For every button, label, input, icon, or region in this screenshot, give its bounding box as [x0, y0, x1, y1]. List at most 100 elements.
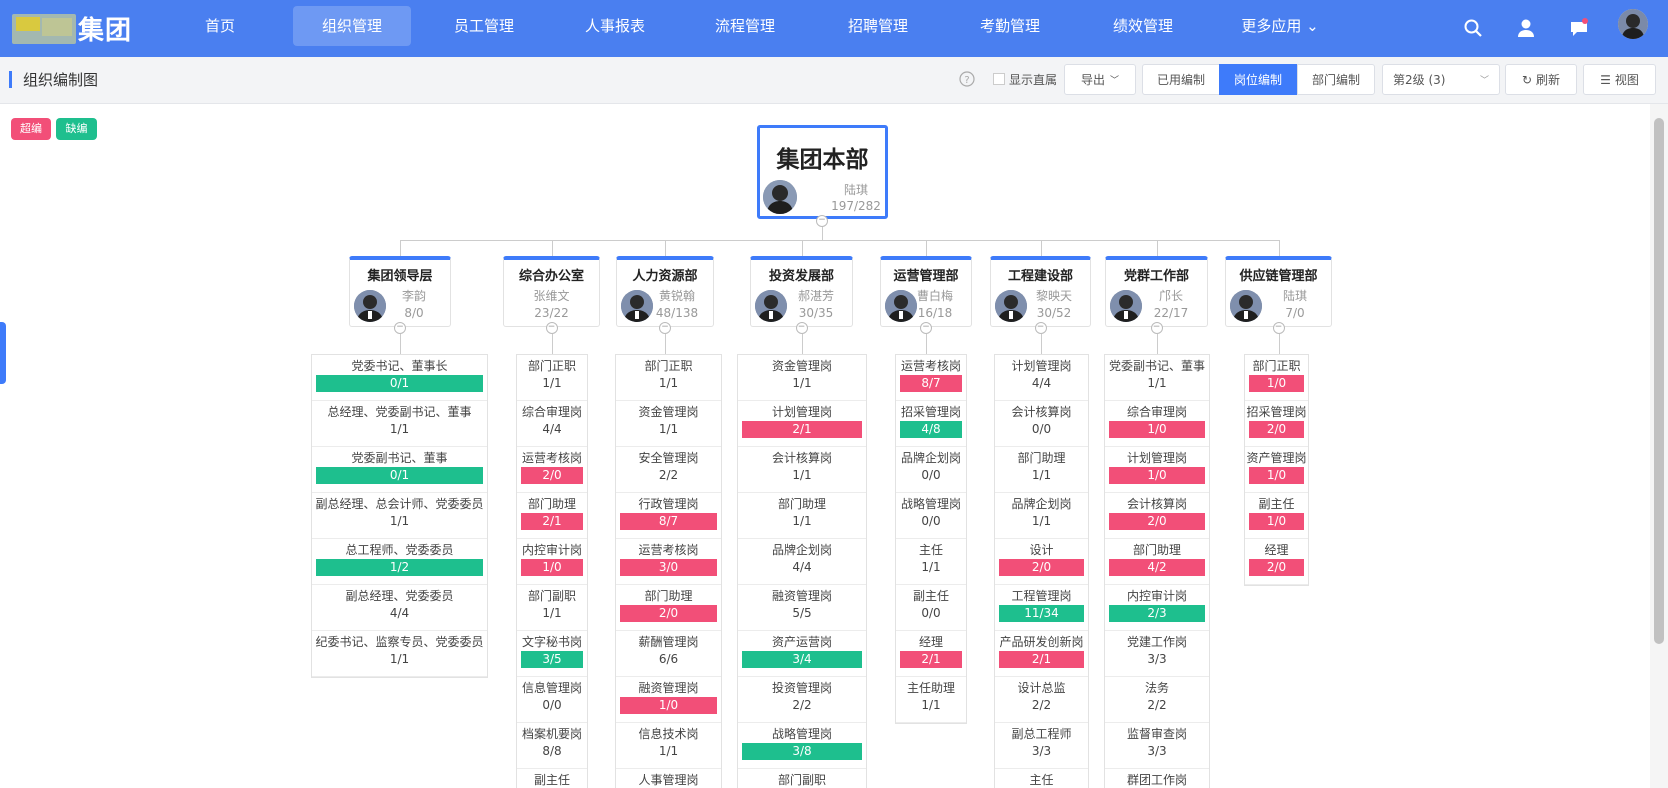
post-item[interactable]: 内控审计岗 2/3: [1105, 585, 1209, 631]
post-item[interactable]: 会计核算岗 0/0: [995, 401, 1088, 447]
post-item[interactable]: 招采管理岗 4/8: [896, 401, 966, 447]
post-item[interactable]: 设计总监 2/2: [995, 677, 1088, 723]
user-icon[interactable]: [1516, 18, 1536, 38]
post-item[interactable]: 会计核算岗 1/1: [738, 447, 866, 493]
post-item[interactable]: 法务 2/2: [1105, 677, 1209, 723]
post-item[interactable]: 副主任 1/0: [1245, 493, 1308, 539]
post-item[interactable]: 运营考核岗 2/0: [517, 447, 587, 493]
post-item[interactable]: 安全管理岗 2/2: [616, 447, 721, 493]
post-item[interactable]: 部门助理 2/0: [616, 585, 721, 631]
post-item[interactable]: 总工程师、党委委员 1/2: [312, 539, 487, 585]
post-item[interactable]: 总经理、党委副书记、董事 1/1: [312, 401, 487, 447]
post-item[interactable]: 战略管理岗 0/0: [896, 493, 966, 539]
post-item[interactable]: 部门助理 2/1: [517, 493, 587, 539]
post-item[interactable]: 主任 1/1: [896, 539, 966, 585]
collapse-toggle[interactable]: −: [1034, 322, 1047, 334]
post-item[interactable]: 内控审计岗 1/0: [517, 539, 587, 585]
message-icon[interactable]: [1569, 18, 1589, 38]
post-item[interactable]: 党委书记、董事长 0/1: [312, 355, 487, 401]
dept-quota-tab[interactable]: 部门编制: [1297, 64, 1375, 95]
post-item[interactable]: 薪酬管理岗 6/6: [616, 631, 721, 677]
brand-logo[interactable]: [12, 14, 76, 44]
post-item[interactable]: 综合审理岗 1/0: [1105, 401, 1209, 447]
collapse-toggle[interactable]: −: [816, 215, 828, 227]
post-item[interactable]: 主任: [995, 769, 1088, 788]
side-expand-tab[interactable]: [0, 322, 6, 384]
nav-item[interactable]: 首页: [180, 6, 260, 46]
post-quota-tab[interactable]: 岗位编制: [1219, 64, 1297, 95]
post-item[interactable]: 资产管理岗 1/0: [1245, 447, 1308, 493]
nav-item[interactable]: 流程管理: [700, 6, 790, 46]
help-icon[interactable]: ?: [959, 71, 975, 87]
collapse-toggle[interactable]: −: [659, 322, 671, 334]
used-quota-tab[interactable]: 已用编制: [1142, 64, 1220, 95]
post-item[interactable]: 副总经理、党委委员 4/4: [312, 585, 487, 631]
post-item[interactable]: 部门正职 1/0: [1245, 355, 1308, 401]
post-item[interactable]: 党委副书记、董事 0/1: [312, 447, 487, 493]
post-item[interactable]: 档案机要岗 8/8: [517, 723, 587, 769]
show-direct-checkbox[interactable]: [993, 73, 1005, 85]
post-item[interactable]: 资金管理岗 1/1: [616, 401, 721, 447]
post-item[interactable]: 运营考核岗 3/0: [616, 539, 721, 585]
post-item[interactable]: 经理 2/0: [1245, 539, 1308, 585]
post-item[interactable]: 纪委书记、监察专员、党委委员 1/1: [312, 631, 487, 677]
post-item[interactable]: 党建工作岗 3/3: [1105, 631, 1209, 677]
nav-item[interactable]: 考勤管理: [965, 6, 1055, 46]
post-item[interactable]: 部门正职 1/1: [616, 355, 721, 401]
view-button[interactable]: ☰ 视图: [1583, 64, 1656, 95]
post-item[interactable]: 计划管理岗 4/4: [995, 355, 1088, 401]
post-item[interactable]: 监督审查岗 3/3: [1105, 723, 1209, 769]
post-item[interactable]: 战略管理岗 3/8: [738, 723, 866, 769]
post-item[interactable]: 计划管理岗 1/0: [1105, 447, 1209, 493]
dept-node[interactable]: 投资发展部 郝湛芳 30/35: [750, 256, 853, 327]
nav-item[interactable]: 员工管理: [440, 6, 528, 46]
post-item[interactable]: 副主任 0/0: [896, 585, 966, 631]
post-item[interactable]: 信息管理岗 0/0: [517, 677, 587, 723]
post-item[interactable]: 部门正职 1/1: [517, 355, 587, 401]
post-item[interactable]: 部门助理 1/1: [738, 493, 866, 539]
post-item[interactable]: 计划管理岗 2/1: [738, 401, 866, 447]
scrollbar-thumb[interactable]: [1654, 118, 1664, 644]
post-item[interactable]: 招采管理岗 2/0: [1245, 401, 1308, 447]
dept-node[interactable]: 供应链管理部 陆琪 7/0: [1225, 256, 1332, 327]
post-item[interactable]: 副总经理、总会计师、党委委员 1/1: [312, 493, 487, 539]
collapse-toggle[interactable]: −: [1150, 322, 1163, 334]
post-item[interactable]: 会计核算岗 2/0: [1105, 493, 1209, 539]
post-item[interactable]: 产品研发创新岗 2/1: [995, 631, 1088, 677]
post-item[interactable]: 品牌企划岗 0/0: [896, 447, 966, 493]
dept-node[interactable]: 集团领导层 李韵 8/0: [349, 256, 451, 327]
post-item[interactable]: 信息技术岗 1/1: [616, 723, 721, 769]
vertical-scrollbar[interactable]: [1650, 104, 1668, 788]
post-item[interactable]: 综合审理岗 4/4: [517, 401, 587, 447]
root-node[interactable]: 集团本部 陆琪 197/282: [757, 125, 888, 219]
collapse-toggle[interactable]: −: [394, 322, 406, 334]
post-item[interactable]: 主任助理 1/1: [896, 677, 966, 723]
post-item[interactable]: 部门副职: [738, 769, 866, 788]
post-item[interactable]: 设计 2/0: [995, 539, 1088, 585]
user-avatar[interactable]: [1618, 9, 1648, 39]
nav-item[interactable]: 招聘管理: [833, 6, 923, 46]
post-item[interactable]: 群团工作岗: [1105, 769, 1209, 788]
post-item[interactable]: 文字秘书岗 3/5: [517, 631, 587, 677]
nav-item[interactable]: 组织管理: [293, 6, 411, 46]
post-item[interactable]: 投资管理岗 2/2: [738, 677, 866, 723]
post-item[interactable]: 运营考核岗 8/7: [896, 355, 966, 401]
post-item[interactable]: 融资管理岗 5/5: [738, 585, 866, 631]
collapse-toggle[interactable]: −: [545, 322, 558, 334]
nav-item[interactable]: 绩效管理: [1098, 6, 1188, 46]
post-item[interactable]: 融资管理岗 1/0: [616, 677, 721, 723]
post-item[interactable]: 经理 2/1: [896, 631, 966, 677]
post-item[interactable]: 党委副书记、董事 1/1: [1105, 355, 1209, 401]
post-item[interactable]: 人事管理岗: [616, 769, 721, 788]
search-icon[interactable]: [1463, 18, 1483, 38]
collapse-toggle[interactable]: −: [795, 322, 808, 334]
post-item[interactable]: 部门助理 4/2: [1105, 539, 1209, 585]
post-item[interactable]: 部门助理 1/1: [995, 447, 1088, 493]
collapse-toggle[interactable]: −: [1272, 322, 1285, 334]
post-item[interactable]: 副总工程师 3/3: [995, 723, 1088, 769]
post-item[interactable]: 资金管理岗 1/1: [738, 355, 866, 401]
post-item[interactable]: 部门副职 1/1: [517, 585, 587, 631]
post-item[interactable]: 工程管理岗 11/34: [995, 585, 1088, 631]
level-select[interactable]: 第2级 (3) ﹀: [1382, 64, 1500, 95]
collapse-toggle[interactable]: −: [920, 322, 932, 334]
